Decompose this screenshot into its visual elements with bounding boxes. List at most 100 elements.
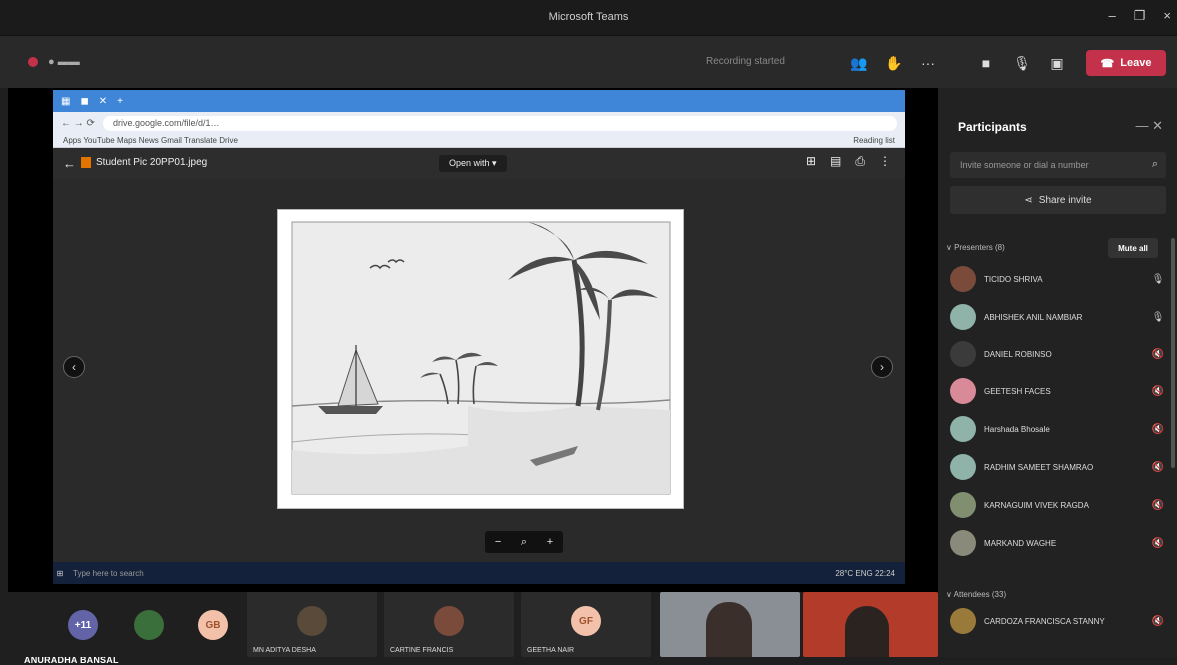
meeting-status: ● ▬▬ xyxy=(28,56,80,68)
previous-arrow-icon[interactable]: ‹ xyxy=(63,356,85,378)
comment-icon[interactable]: ▤ xyxy=(830,154,841,169)
participant-tile[interactable]: CARTINE FRANCIS xyxy=(384,592,514,657)
participant-avatar xyxy=(950,304,976,330)
mic-icon[interactable]: 🎙 xyxy=(1010,52,1034,74)
share-invite-label: Share invite xyxy=(1038,194,1092,206)
participant-video-tile[interactable] xyxy=(803,592,938,657)
maximize-button[interactable]: ❐ xyxy=(1134,8,1146,24)
participant-name: ABHISHEK ANIL NAMBIAR xyxy=(984,312,1083,322)
participant-video xyxy=(706,602,752,657)
bookmarks-text[interactable]: Apps YouTube Maps News Gmail Translate D… xyxy=(63,136,238,145)
mic-status-icon: 🔇 xyxy=(1151,385,1165,397)
meeting-timer: ● ▬▬ xyxy=(48,56,80,68)
new-tab-icon[interactable]: + xyxy=(117,96,123,107)
taskbar-search[interactable]: Type here to search xyxy=(73,569,253,578)
search-icon: ⌕ xyxy=(1151,158,1158,170)
participants-title: Participants xyxy=(958,120,1027,134)
camera-icon[interactable]: ■ xyxy=(974,52,998,74)
presenters-section[interactable]: ∨ Presenters (8) xyxy=(946,243,1005,252)
mute-all-button[interactable]: Mute all xyxy=(1108,238,1158,258)
share-tray-icon[interactable]: ▣ xyxy=(1045,52,1069,74)
participant-tile-name: GEETHA NAIR xyxy=(527,647,575,654)
participant-avatar xyxy=(950,266,976,292)
windows-taskbar: ⊞ Type here to search 28°C ENG 22:24 xyxy=(53,562,905,584)
participant-name: Harshada Bhosale xyxy=(984,424,1050,434)
windows-start-icon[interactable]: ⊞ xyxy=(53,569,67,578)
participant-name: DANIEL ROBINSO xyxy=(984,349,1052,359)
more-vert-icon[interactable]: ⋮ xyxy=(879,154,891,169)
participant-row[interactable]: KARNAGUIM VIVEK RAGDA 🔇 xyxy=(950,490,1165,520)
participant-name: TICIDO SHRIVA xyxy=(984,274,1043,284)
video-gallery: +11 GB MN ADITYA DESHA CARTINE FRANCIS G… xyxy=(0,592,938,657)
participant-row[interactable]: ABHISHEK ANIL NAMBIAR 🎙 xyxy=(950,302,1165,332)
meeting-toolbar: ● ▬▬ Recording started 👥 ✋ ··· ■ 🎙 ▣ ☎ Le… xyxy=(0,36,1177,88)
participant-tile[interactable]: GF GEETHA NAIR xyxy=(521,592,651,657)
shared-screen-stage: ▦ ◼ ✕ + ← → ⟳ drive.google.com/file/d/1…… xyxy=(8,88,938,665)
participant-row[interactable]: MARKAND WAGHE 🔇 xyxy=(950,528,1165,558)
more-actions-button[interactable]: ··· xyxy=(916,52,940,74)
browser-nav-icon[interactable]: ← → ⟳ xyxy=(61,118,95,129)
open-with-button[interactable]: Open with ▾ xyxy=(439,155,507,172)
participant-avatar xyxy=(950,608,976,634)
participant-tile-name: MN ADITYA DESHA xyxy=(253,647,316,654)
mic-status-icon: 🔇 xyxy=(1151,537,1165,549)
next-arrow-icon[interactable]: › xyxy=(871,356,893,378)
print-icon[interactable]: ⎙ xyxy=(855,154,865,169)
taskbar-clock: 28°C ENG 22:24 xyxy=(835,568,895,578)
participant-avatar: GF xyxy=(571,606,601,636)
title-bar: Microsoft Teams – ❐ × xyxy=(0,0,1177,36)
zoom-out-button[interactable]: − xyxy=(495,536,501,548)
chat-icon[interactable]: ✋ xyxy=(882,52,906,74)
attendees-section[interactable]: ∨ Attendees (33) xyxy=(946,590,1006,599)
participant-video-tile[interactable] xyxy=(660,592,800,657)
invite-input[interactable]: Invite someone or dial a number ⌕ xyxy=(950,152,1166,178)
participant-avatar xyxy=(434,606,464,636)
window-title: Microsoft Teams xyxy=(548,11,629,23)
participant-video xyxy=(845,606,889,657)
browser-tab-close-icon[interactable]: ✕ xyxy=(99,96,107,107)
zoom-in-button[interactable]: + xyxy=(547,536,553,548)
panel-scrollbar[interactable] xyxy=(1171,238,1175,468)
file-name-text: Student Pic 20PP01.jpeg xyxy=(96,157,208,168)
add-to-drive-icon[interactable]: ⊞ xyxy=(806,154,816,169)
participant-avatar xyxy=(950,530,976,556)
participant-avatar xyxy=(950,341,976,367)
minimize-button[interactable]: – xyxy=(1109,8,1116,24)
mic-status-icon: 🔇 xyxy=(1151,461,1165,473)
participant-avatar[interactable]: GB xyxy=(198,610,228,640)
share-invite-button[interactable]: ⋖ Share invite xyxy=(950,186,1166,214)
participant-tile[interactable]: MN ADITYA DESHA xyxy=(247,592,377,657)
participants-icon[interactable]: 👥 xyxy=(847,52,871,74)
back-arrow-icon[interactable]: ← xyxy=(63,156,76,171)
meeting-shield-icon xyxy=(28,57,38,67)
mic-status-icon: 🔇 xyxy=(1151,499,1165,511)
phone-icon: ☎ xyxy=(1100,57,1115,70)
mic-status-icon: 🎙 xyxy=(1151,273,1165,285)
reading-list[interactable]: Reading list xyxy=(853,134,895,148)
participant-row[interactable]: GEETESH FACES 🔇 xyxy=(950,376,1165,406)
participant-avatar xyxy=(950,416,976,442)
close-panel-icon[interactable]: — ✕ xyxy=(1135,118,1163,134)
participant-avatar[interactable] xyxy=(134,610,164,640)
invite-placeholder: Invite someone or dial a number xyxy=(960,160,1089,170)
zoom-search-icon[interactable]: ⌕ xyxy=(521,536,527,549)
participant-name: CARDOZA FRANCISCA STANNY xyxy=(984,616,1105,626)
browser-tabstrip: ▦ ◼ ✕ + xyxy=(53,90,905,112)
participant-avatar xyxy=(950,492,976,518)
image-file-icon xyxy=(81,157,91,168)
leave-button[interactable]: ☎ Leave xyxy=(1086,50,1166,76)
participant-row[interactable]: DANIEL ROBINSO 🔇 xyxy=(950,339,1165,369)
participant-tile-name: CARTINE FRANCIS xyxy=(390,647,454,654)
browser-tab-icon[interactable]: ▦ xyxy=(61,96,70,107)
participant-row[interactable]: Harshada Bhosale 🔇 xyxy=(950,414,1165,444)
mic-status-icon: 🎙 xyxy=(1151,311,1165,323)
recording-hint: Recording started xyxy=(706,56,785,67)
participant-row[interactable]: TICIDO SHRIVA 🎙 xyxy=(950,264,1165,294)
participant-row[interactable]: RADHIM SAMEET SHAMRAO 🔇 xyxy=(950,452,1165,482)
close-button[interactable]: × xyxy=(1163,8,1171,24)
participant-row[interactable]: CARDOZA FRANCISCA STANNY 🔇 xyxy=(950,606,1165,636)
browser-url[interactable]: drive.google.com/file/d/1… xyxy=(102,115,897,131)
participant-name: GEETESH FACES xyxy=(984,386,1051,396)
overflow-participants-avatar[interactable]: +11 xyxy=(68,610,98,640)
browser-tab-icon[interactable]: ◼ xyxy=(80,96,88,107)
